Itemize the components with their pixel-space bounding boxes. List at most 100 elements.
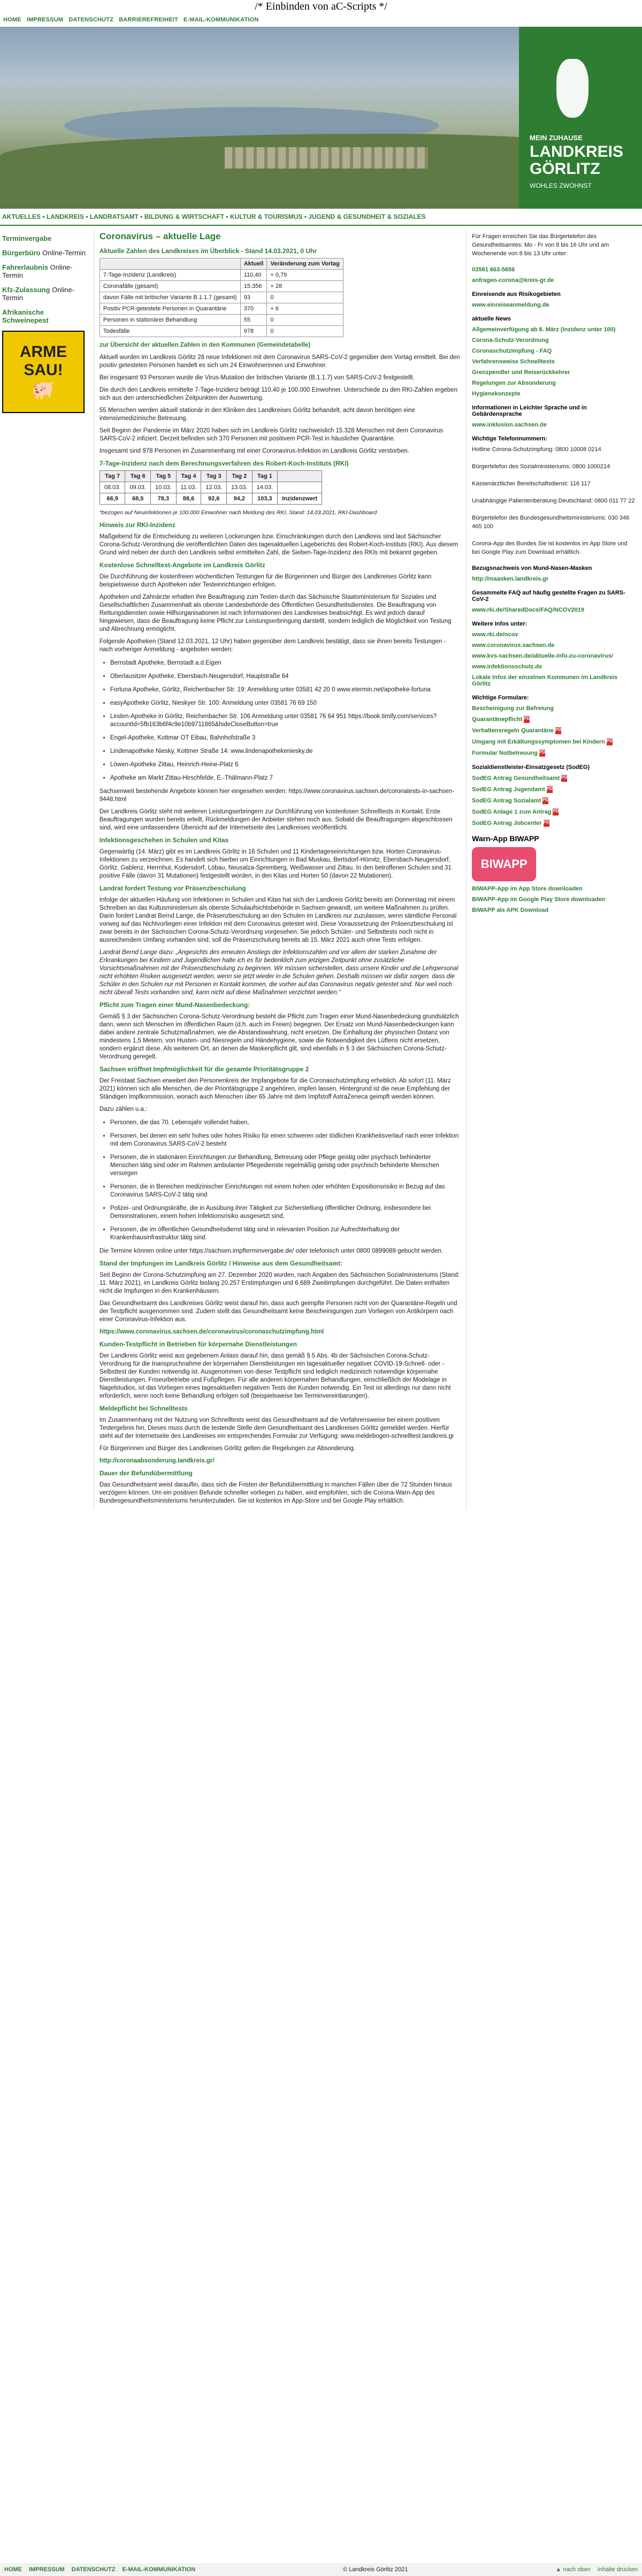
list-item: Personen, die im öffentlichen Gesundheit… (110, 1226, 461, 1242)
site-logo[interactable]: MEIN ZUHAUSE LANDKREIS GÖRLITZ WOHLES ZW… (519, 27, 642, 209)
nav-email[interactable]: E-MAIL-KOMMUNIKATION (184, 17, 259, 23)
list-item: Engel-Apotheke, Kottmar OT Eibau, Bahnho… (110, 734, 461, 742)
pdf-icon: PDF (542, 797, 551, 804)
list-item: Personen, die das 70. Lebensjahr vollend… (110, 1119, 461, 1127)
form-link[interactable]: Formular Notbetreuung PDF (472, 750, 637, 757)
footer: HOME IMPRESSUM DATENSCHUTZ E-MAIL-KOMMUN… (0, 2563, 642, 2576)
rki-title: 7-Tage-Inzidenz nach dem Berechnungsverf… (99, 460, 349, 467)
pdf-icon: PDF (553, 809, 561, 816)
footer-impressum[interactable]: IMPRESSUM (29, 2566, 65, 2573)
sodeg-link[interactable]: SodEG Antrag Jobcenter PDF (472, 820, 637, 827)
biwapp-link[interactable]: BIWAPP als APK Download (472, 907, 637, 913)
terminvergabe-heading: Terminvergabe (2, 234, 52, 242)
email-link[interactable]: anfragen-corona@kreis-gr.de (472, 277, 637, 284)
phone-link[interactable]: 03581 663-5656 (472, 266, 637, 273)
arme-sau-sign[interactable]: ARME SAU! 🐖 (2, 331, 85, 413)
news-link[interactable]: Verfahrensweise Schnelltests (472, 359, 637, 365)
form-link[interactable]: Verhaltensregeln Quarantäne PDF (472, 727, 637, 734)
biwapp-link[interactable]: BIWAPP-App im App Store downloaden (472, 886, 637, 892)
left-sidebar: Terminvergabe Bürgerbüro Online-Termin F… (0, 229, 94, 1510)
footer-datenschutz[interactable]: DATENSCHUTZ (72, 2566, 116, 2573)
news-link[interactable]: Hygienekonzepte (472, 391, 637, 397)
list-item: Apotheke am Markt Zittau-Hirschfelde, E.… (110, 774, 461, 782)
info-link[interactable]: Lokale Infos der einzelnen Kommunen im L… (472, 674, 637, 687)
print-content[interactable]: Inhalte drucken (598, 2566, 638, 2573)
impf-link[interactable]: https://www.coronavirus.sachsen.de/coron… (100, 1328, 461, 1336)
afrika-link[interactable]: Afrikanische Schweinepest (2, 308, 49, 324)
list-item: Polizei- und Ordnungskräfte, die in Ausü… (110, 1205, 461, 1221)
nav-barrierefreiheit[interactable]: BARRIEREFREIHEIT (119, 17, 178, 23)
table-row: Positiv PCR-getestete Personen in Quaran… (99, 303, 343, 315)
table-row: 7-Tage-Inzidenz (Landkreis) 110,40 + 0,79 (99, 269, 343, 281)
back-to-top[interactable]: ▲ nach oben (555, 2566, 590, 2573)
footprint-icon (556, 59, 588, 118)
app-info[interactable]: Corona-App des Bundes Sie ist kostenlos … (472, 539, 637, 557)
list-item: Linden-Apotheke in Görlitz, Reichenbache… (110, 713, 461, 729)
pdf-icon: PDF (539, 750, 548, 757)
list-item: Personen, die in Bereichen medizinischer… (110, 1183, 461, 1199)
sodeg-link[interactable]: SodEG Antrag Gesundheitsamt PDF (472, 775, 637, 782)
footer-email[interactable]: E-MAIL-KOMMUNIKATION (123, 2566, 196, 2573)
top-nav: HOME IMPRESSUM DATENSCHUTZ BARRIEREFREIH… (0, 13, 642, 27)
pdf-icon: PDF (561, 775, 570, 782)
list-item: Oberlausitzer Apotheke, Ebersbach-Neuger… (110, 673, 461, 681)
pdf-icon: PDF (543, 820, 552, 827)
municipal-link[interactable]: zur Übersicht der aktuellen Zahlen in de… (100, 341, 461, 349)
info-link[interactable]: www.coronavirus.sachsen.de (472, 642, 637, 649)
table-row: Todesfälle 978 0 (99, 325, 343, 337)
copyright: © Landkreis Görlitz 2021 (343, 2566, 408, 2573)
page-banner: /* Einbinden von aC-Scripts */ (255, 1, 387, 12)
inklusion-link[interactable]: www.inklusion.sachsen.de (472, 422, 637, 428)
news-link[interactable]: Grenzpendler und Reiserückkehrer (472, 369, 637, 376)
news-link[interactable]: Regelungen zur Absonderung (472, 380, 637, 386)
apotheken-list: Bernstadt Apotheke, Bernstadt a.d.Eigen … (110, 659, 461, 782)
list-item: Fortuna Apotheke, Görlitz, Reichenbacher… (110, 686, 461, 694)
form-link[interactable]: Umgang mit Erkältungssymptomen bei Kinde… (472, 738, 637, 745)
info-link[interactable]: www.kvs-sachsen.de/aktuelle-info-zu-coro… (472, 653, 637, 659)
faq-link[interactable]: www.rki.de/SharedDocs/FAQ/NCOV2019 (472, 607, 637, 613)
pig-icon: 🐖 (32, 380, 55, 400)
news-link[interactable]: Allgemeinverfügung ab 8. März (Inzidenz … (472, 326, 637, 333)
list-item: Bernstadt Apotheke, Bernstadt a.d.Eigen (110, 659, 461, 667)
footer-home[interactable]: HOME (4, 2566, 22, 2573)
pdf-icon: PDF (606, 738, 615, 745)
list-item: Lindenapotheke Niesky, Kottmer Straße 14… (110, 748, 461, 756)
sodeg-link[interactable]: SodEG Antrag Jugendamt PDF (472, 786, 637, 793)
right-sidebar: Für Fragen erreichen Sie das Bürgertelef… (467, 229, 642, 1510)
nav-impressum[interactable]: IMPRESSUM (27, 17, 63, 23)
list-item: Personen, bei denen ein sehr hohes oder … (110, 1132, 461, 1148)
pdf-icon: PDF (546, 786, 555, 793)
hero-image: MEIN ZUHAUSE LANDKREIS GÖRLITZ WOHLES ZW… (0, 27, 642, 209)
einreise-link[interactable]: www.einreiseanmeldung.de (472, 302, 637, 308)
table-row: davon Fälle mit britischer Variante B.1.… (99, 292, 343, 303)
termin-kfz[interactable]: Kfz-Zulassung Online-Termin (2, 286, 91, 302)
main-content: Coronavirus – aktuelle Lage Aktuelle Zah… (93, 229, 467, 1510)
nav-datenschutz[interactable]: DATENSCHUTZ (68, 17, 113, 23)
list-item: easyApotheke Görlitz, Nieskyer Str. 100:… (110, 699, 461, 707)
page-title: Coronavirus – aktuelle Lage (99, 231, 221, 241)
info-link[interactable]: www.rki.de/ncov (472, 631, 637, 638)
absonderung-link[interactable]: http://coronaabsonderung.landkreis.gr/ (100, 1457, 461, 1465)
rki-incidence-table: Tag 7 Tag 6 Tag 5 Tag 4 Tag 3 Tag 2 Tag 1 08.… (99, 470, 323, 505)
sodeg-link[interactable]: SodEG Antrag Sozialamt PDF (472, 797, 637, 804)
table-row: Personen in stationärer Behandlung 55 0 (99, 314, 343, 326)
sodeg-link[interactable]: SodEG Anlage 1 zum Antrag PDF (472, 809, 637, 816)
form-link[interactable]: Bescheinigung zur Befreiung (472, 705, 637, 712)
form-link[interactable]: Quarantänepflicht PDF (472, 716, 637, 723)
list-item: Personen, die in stationären Einrichtung… (110, 1154, 461, 1178)
pdf-icon: PDF (524, 716, 532, 723)
list-item: Löwen-Apotheke Zittau, Heinrich-Heine-Pl… (110, 761, 461, 769)
masken-link[interactable]: http://maasken.landkreis.gr (472, 576, 637, 582)
stats-table: Aktuell Veränderung zum Vortag 7-Tage-In… (99, 258, 343, 337)
table-row: Coronafälle (gesamt) 15.356 + 28 (99, 280, 343, 292)
category-nav[interactable]: AKTUELLES • LANDKREIS • LANDRATSAMT • BI… (0, 209, 642, 226)
news-link[interactable]: Corona-Schutz-Verordnung (472, 337, 637, 344)
impf-list: Personen, die das 70. Lebensjahr vollend… (110, 1119, 461, 1242)
termin-buergerbuero[interactable]: Bürgerbüro Online-Termin (2, 249, 91, 257)
info-link[interactable]: www.infektionsschutz.de (472, 664, 637, 670)
nav-home[interactable]: HOME (3, 17, 21, 23)
termin-fahrerlaubnis[interactable]: Fahrerlaubnis Online-Termin (2, 263, 91, 279)
news-link[interactable]: Coronaschutzimpfung - FAQ (472, 348, 637, 354)
biwapp-logo[interactable]: BIWAPP (472, 847, 537, 881)
biwapp-link[interactable]: BIWAPP-App im Google Play Store download… (472, 896, 637, 903)
